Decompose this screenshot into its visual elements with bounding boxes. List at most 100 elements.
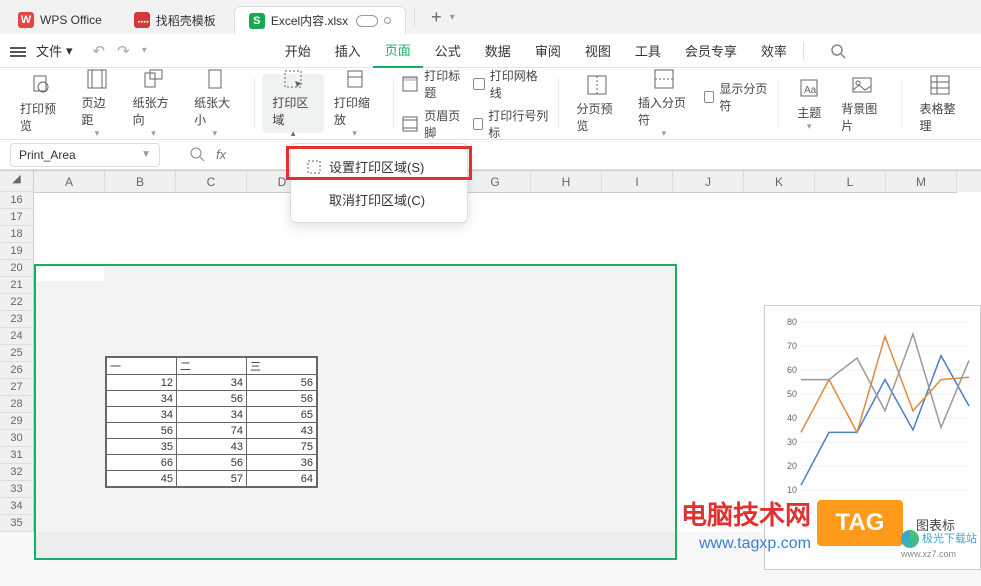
app-tab[interactable]: W WPS Office <box>4 6 116 34</box>
row-header[interactable]: 21 <box>0 277 34 294</box>
set-print-area-item[interactable]: 设置打印区域(S) <box>291 150 467 183</box>
menu-tabs: 开始 插入 页面 公式 数据 审阅 视图 工具 会员专享 效率 <box>273 34 858 68</box>
row-header[interactable]: 22 <box>0 294 34 311</box>
insert-break-label: 插入分页符 <box>638 94 690 128</box>
page-preview-button[interactable]: 分页预览 <box>566 74 627 133</box>
row-header[interactable]: 20 <box>0 260 34 277</box>
col-header[interactable]: J <box>673 171 744 193</box>
excel-icon: S <box>249 13 265 29</box>
tab-view[interactable]: 视图 <box>573 34 623 68</box>
tag-badge: TAG <box>817 500 903 546</box>
tab-member[interactable]: 会员专享 <box>673 34 749 68</box>
table-tidy-label: 表格整理 <box>920 100 961 134</box>
print-titles-button[interactable]: 打印标题 <box>402 67 462 101</box>
tab-efficiency[interactable]: 效率 <box>749 34 799 68</box>
row-header[interactable]: 34 <box>0 498 34 515</box>
file-tab[interactable]: S Excel内容.xlsx <box>234 6 406 34</box>
tab-formula[interactable]: 公式 <box>423 34 473 68</box>
search-button[interactable] <box>818 34 858 68</box>
file-label: 文件 <box>36 41 62 60</box>
theme-button[interactable]: Aa 主题▾ <box>787 74 831 133</box>
gridlines-checkbox[interactable]: 打印网格线 <box>473 67 550 101</box>
row-header[interactable]: 23 <box>0 311 34 328</box>
tab-page[interactable]: 页面 <box>373 34 423 68</box>
row-header[interactable]: 24 <box>0 328 34 345</box>
file-menu[interactable]: 文件 ▾ <box>36 41 73 60</box>
row-header[interactable]: 26 <box>0 362 34 379</box>
rowcol-label: 打印行号列标 <box>488 107 549 141</box>
tab-dropdown-icon[interactable]: ▾ <box>450 12 455 23</box>
hamburger-icon[interactable] <box>10 45 26 57</box>
row-header[interactable]: 17 <box>0 209 34 226</box>
svg-text:20: 20 <box>787 461 797 471</box>
file-tab-label: Excel内容.xlsx <box>271 12 348 29</box>
name-box[interactable]: Print_Area ▼ <box>10 143 160 167</box>
row-header[interactable]: 32 <box>0 464 34 481</box>
row-header[interactable]: 25 <box>0 345 34 362</box>
row-header[interactable]: 35 <box>0 515 34 532</box>
bg-image-button[interactable]: 背景图片 <box>831 74 892 133</box>
tab-tools[interactable]: 工具 <box>623 34 673 68</box>
col-header[interactable]: L <box>815 171 886 193</box>
select-all-corner[interactable]: ◢ <box>0 170 34 192</box>
row-header[interactable]: 29 <box>0 413 34 430</box>
margins-label: 页边距 <box>81 94 112 128</box>
row-header[interactable]: 18 <box>0 226 34 243</box>
orientation-button[interactable]: 纸张方向▾ <box>123 74 184 133</box>
cancel-print-area-item[interactable]: 取消打印区域(C) <box>291 183 467 216</box>
print-preview-button[interactable]: 打印预览 <box>10 74 71 133</box>
active-cell-white <box>36 267 104 281</box>
window-dot-icon <box>384 17 391 24</box>
col-header[interactable]: I <box>602 171 673 193</box>
paper-size-button[interactable]: 纸张大小▾ <box>184 74 245 133</box>
bg-image-label: 背景图片 <box>841 100 882 134</box>
tab-data[interactable]: 数据 <box>473 34 523 68</box>
row-header[interactable]: 16 <box>0 192 34 209</box>
margins-button[interactable]: 页边距▾ <box>71 74 122 133</box>
template-tab[interactable]: ᠁ 找稻壳模板 <box>120 6 230 34</box>
print-titles-label: 打印标题 <box>424 67 462 101</box>
formula-bar: Print_Area ▼ fx <box>0 140 981 170</box>
insert-break-button[interactable]: 插入分页符▾ <box>628 74 700 133</box>
table-tidy-button[interactable]: 表格整理 <box>910 74 971 133</box>
header-footer-icon <box>402 116 418 132</box>
undo-button[interactable]: ↶ <box>93 42 106 60</box>
chevron-down-icon: ▾ <box>66 43 73 59</box>
row-header[interactable]: 33 <box>0 481 34 498</box>
redo-button[interactable]: ↷ <box>117 42 130 60</box>
col-header[interactable]: H <box>531 171 602 193</box>
col-header[interactable]: M <box>886 171 957 193</box>
row-header[interactable]: 28 <box>0 396 34 413</box>
col-header[interactable]: K <box>744 171 815 193</box>
print-area-button[interactable]: 打印区域▴ <box>262 74 323 133</box>
zoom-icon[interactable] <box>190 147 206 163</box>
title-bar: W WPS Office ᠁ 找稻壳模板 S Excel内容.xlsx + ▾ <box>0 0 981 34</box>
col-header[interactable]: G <box>460 171 531 193</box>
col-header[interactable]: C <box>176 171 247 193</box>
tab-start[interactable]: 开始 <box>273 34 323 68</box>
page-size-icon <box>203 68 227 90</box>
fx-label[interactable]: fx <box>216 147 226 162</box>
scale-icon <box>343 68 367 90</box>
history-dropdown-icon[interactable]: ▾ <box>142 45 147 56</box>
svg-text:70: 70 <box>787 341 797 351</box>
row-header[interactable]: 27 <box>0 379 34 396</box>
insert-break-icon <box>652 68 676 90</box>
row-headers[interactable]: ◢ 16171819202122232425262728293031323334… <box>0 170 34 532</box>
row-header[interactable]: 19 <box>0 243 34 260</box>
gridlines-label: 打印网格线 <box>490 67 550 101</box>
row-header[interactable]: 31 <box>0 447 34 464</box>
new-tab-button[interactable]: + <box>423 7 450 28</box>
column-headers[interactable]: ABCDEFGHIJKLM <box>34 170 981 192</box>
print-scale-button[interactable]: 打印缩放▾ <box>324 74 385 133</box>
show-break-checkbox[interactable]: 显示分页符 <box>704 80 771 114</box>
tab-review[interactable]: 审阅 <box>523 34 573 68</box>
name-box-value: Print_Area <box>19 148 76 162</box>
col-header[interactable]: A <box>34 171 105 193</box>
col-header[interactable]: B <box>105 171 176 193</box>
rowcol-checkbox[interactable]: 打印行号列标 <box>473 107 550 141</box>
row-header[interactable]: 30 <box>0 430 34 447</box>
header-footer-button[interactable]: 页眉页脚 <box>402 107 462 141</box>
tab-insert[interactable]: 插入 <box>323 34 373 68</box>
paper-size-label: 纸张大小 <box>194 94 235 128</box>
